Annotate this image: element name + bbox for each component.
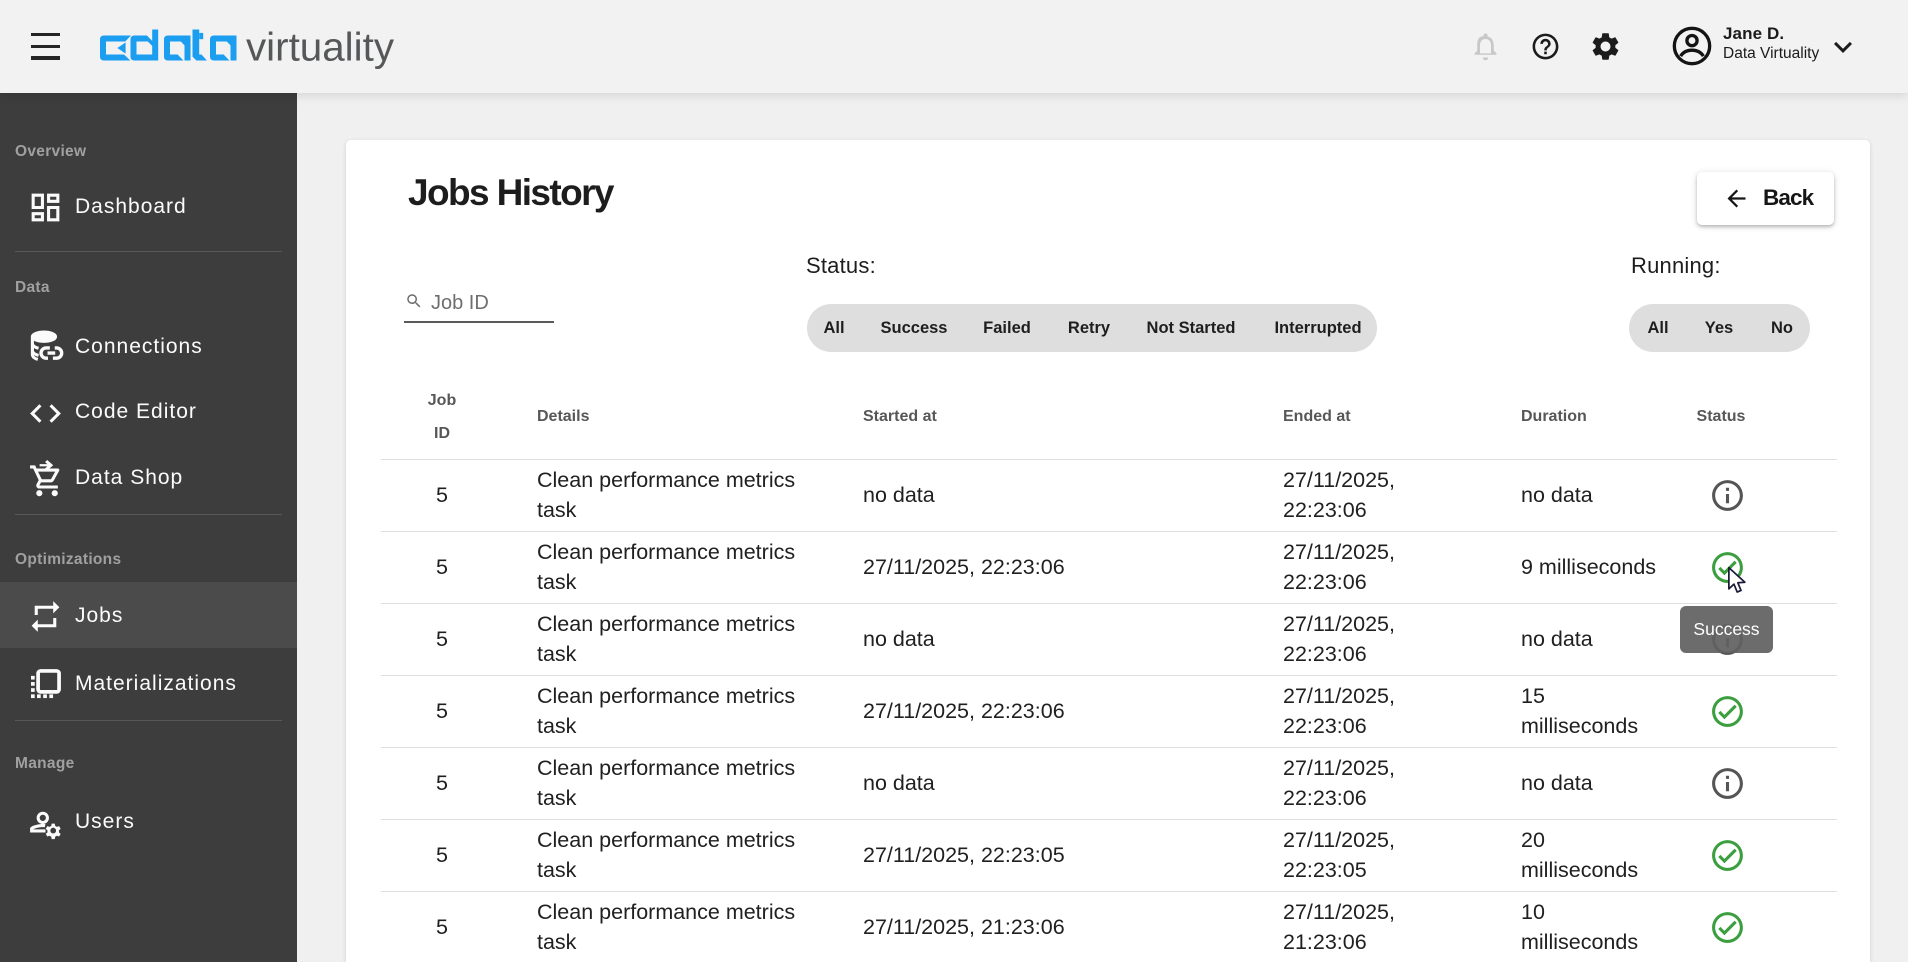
svg-text:virtuality: virtuality	[246, 26, 394, 70]
